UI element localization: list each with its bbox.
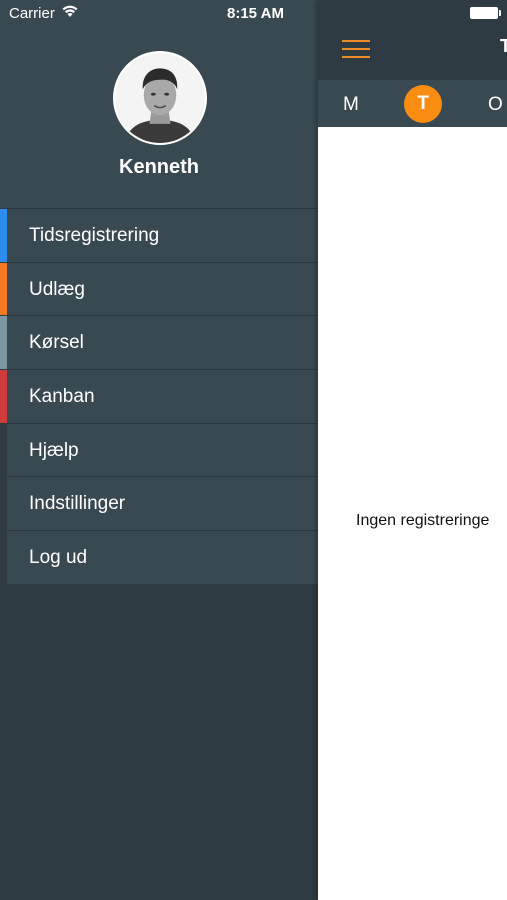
day-selected[interactable]: T	[404, 85, 442, 123]
menu-item-label: Hjælp	[29, 439, 79, 461]
avatar[interactable]	[113, 51, 207, 145]
menu-item-log-ud[interactable]: Log ud	[7, 530, 318, 584]
menu-item-label: Indstillinger	[29, 493, 126, 515]
main-panel[interactable]: T M T O Ingen registreringe	[318, 0, 507, 900]
menu-accent-bar	[0, 262, 7, 316]
menu-item-label: Kørsel	[29, 332, 84, 354]
battery-icon	[470, 7, 498, 19]
menu-item-label: Udlæg	[29, 278, 85, 300]
carrier-label: Carrier	[9, 5, 55, 22]
menu-accent-bar	[0, 370, 7, 423]
menu-item-korsel[interactable]: Kørsel	[0, 315, 318, 370]
menu-item-kanban[interactable]: Kanban	[0, 369, 318, 423]
menu-item-label: Tidsregistrering	[29, 225, 160, 246]
main-header: T	[318, 0, 507, 80]
wifi-icon	[62, 5, 78, 17]
day-wednesday[interactable]: O	[488, 94, 503, 116]
menu-item-hjaelp[interactable]: Hjælp	[7, 422, 318, 477]
weekday-bar: M T O	[318, 80, 507, 127]
day-monday[interactable]: M	[343, 94, 359, 116]
hamburger-menu-icon[interactable]	[342, 40, 370, 60]
profile-photo	[115, 53, 205, 143]
menu-item-label: Kanban	[29, 386, 95, 408]
page-title: T	[500, 36, 507, 56]
menu-item-label: Log ud	[29, 547, 88, 569]
navigation-drawer: Carrier 8:15 AM Kenneth Tidsregistrering…	[0, 0, 318, 900]
status-time: 8:15 AM	[227, 5, 284, 22]
menu-accent-bar	[0, 209, 7, 262]
menu-accent-bar	[0, 316, 7, 370]
user-name: Kenneth	[119, 156, 199, 178]
menu-item-tidsregistrering[interactable]: Tidsregistrering	[0, 208, 318, 262]
app-screen: Carrier 8:15 AM Kenneth Tidsregistrering…	[0, 0, 507, 900]
menu-item-udlaeg[interactable]: Udlæg	[0, 261, 318, 316]
menu-item-indstillinger[interactable]: Indstillinger	[7, 476, 318, 531]
battery-tip	[499, 10, 501, 16]
empty-state-message: Ingen registreringe	[356, 512, 490, 529]
drawer-menu: Tidsregistrering Udlæg Kørsel Kanban Hjæ…	[0, 208, 318, 584]
status-bar: Carrier 8:15 AM	[0, 0, 318, 26]
